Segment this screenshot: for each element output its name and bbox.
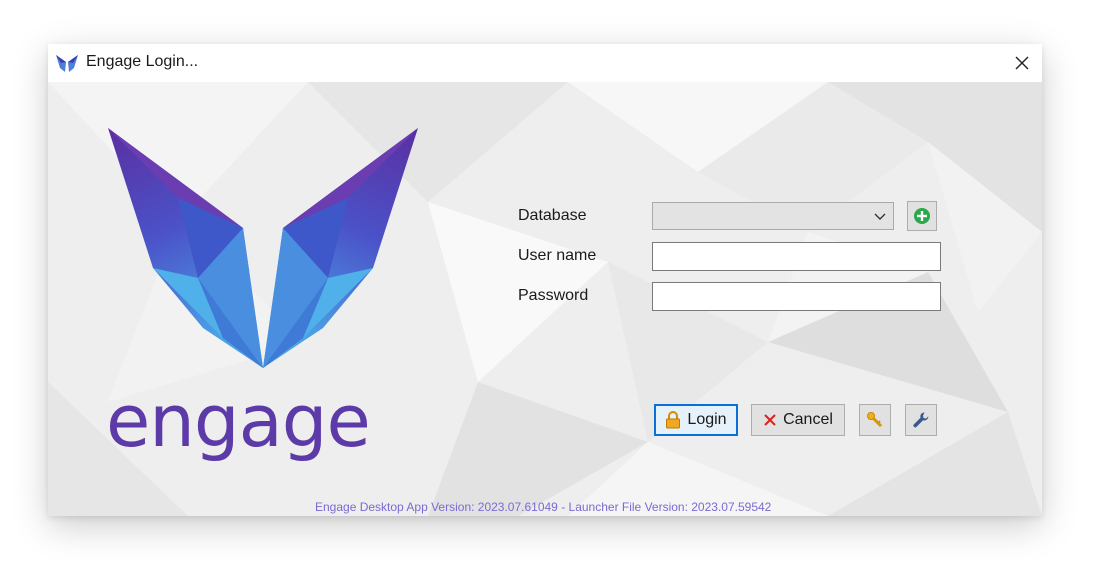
- database-label: Database: [518, 207, 587, 224]
- engage-logo-icon: [108, 128, 418, 368]
- butterfly-icon: [56, 55, 78, 72]
- password-label: Password: [518, 287, 589, 304]
- username-label: User name: [518, 247, 597, 264]
- username-input[interactable]: [652, 242, 941, 271]
- close-icon: [1015, 56, 1029, 70]
- add-database-button[interactable]: [907, 201, 937, 231]
- key-icon: [867, 412, 883, 428]
- cancel-button[interactable]: Cancel: [751, 404, 845, 436]
- x-icon: [764, 414, 776, 426]
- login-label: Login: [687, 411, 727, 428]
- window-title: Engage Login...: [86, 53, 199, 70]
- version-info: Engage Desktop App Version: 2023.07.6104…: [315, 500, 772, 514]
- engage-wordmark: engage: [106, 379, 371, 463]
- close-button[interactable]: [1002, 44, 1042, 82]
- wrench-icon: [913, 412, 929, 428]
- cancel-label: Cancel: [783, 411, 833, 428]
- password-input[interactable]: [652, 282, 941, 311]
- plus-circle-icon: [914, 208, 930, 224]
- login-panel: engage Database User name Password Login…: [48, 82, 1042, 516]
- chevron-down-icon: [874, 213, 886, 220]
- lock-icon: [666, 411, 681, 429]
- settings-button[interactable]: [905, 404, 937, 436]
- title-bar: Engage Login...: [48, 44, 1042, 82]
- key-button[interactable]: [859, 404, 891, 436]
- login-dialog: Engage Login... engage Database User nam…: [48, 44, 1042, 516]
- login-button[interactable]: Login: [654, 404, 738, 436]
- database-select[interactable]: [652, 202, 894, 230]
